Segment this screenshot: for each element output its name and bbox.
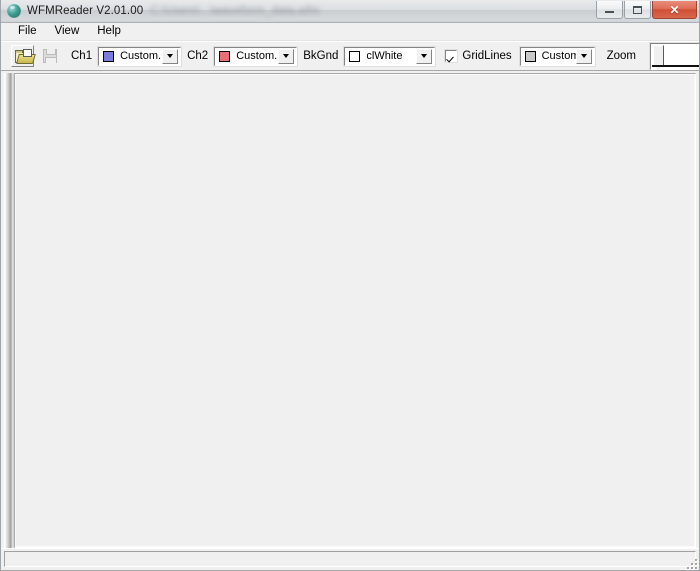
menu-bar: File View Help [1, 23, 699, 41]
gridlines-color-swatch [524, 50, 536, 62]
chevron-down-icon [421, 54, 428, 58]
application-window: WFMReader V2.01.00 C:\Users\...\waveform… [0, 0, 700, 571]
zoom-slider[interactable] [649, 42, 699, 70]
close-button[interactable]: ✕ [652, 1, 697, 19]
status-bar-panel [4, 551, 696, 567]
zoom-label: Zoom [606, 50, 637, 62]
gridlines-color-value: Custom... [541, 50, 576, 62]
ch2-color-swatch [219, 50, 231, 62]
maximize-icon [633, 5, 642, 14]
chevron-down-icon [283, 54, 290, 58]
chevron-down-icon [167, 54, 174, 58]
zoom-slider-thumb[interactable] [653, 44, 665, 70]
bkgnd-color-combo[interactable]: clWhite [343, 45, 437, 67]
toolbar: Ch1 Custom... Ch2 Custom... BkGnd clWhit… [1, 41, 699, 71]
menu-item-file[interactable]: File [9, 23, 46, 40]
ch1-color-swatch [103, 50, 115, 62]
gridlines-dropdown-button[interactable] [575, 48, 592, 64]
bkgnd-color-swatch [349, 50, 361, 62]
maximize-button[interactable] [624, 1, 651, 19]
resize-grip[interactable] [684, 556, 697, 569]
floppy-disk-icon [42, 49, 57, 63]
close-icon: ✕ [669, 2, 680, 17]
menu-item-view[interactable]: View [46, 23, 89, 40]
bkgnd-dropdown-button[interactable] [416, 48, 433, 64]
ch1-color-value: Custom... [120, 50, 162, 62]
open-folder-icon [14, 48, 36, 64]
minimize-button[interactable] [596, 1, 623, 19]
save-file-button [38, 45, 61, 67]
minimize-icon [605, 11, 614, 13]
chevron-down-icon [580, 54, 587, 58]
ch1-label: Ch1 [71, 50, 93, 62]
ch1-color-combo[interactable]: Custom... [97, 45, 183, 67]
ch2-dropdown-button[interactable] [278, 48, 295, 64]
gridlines-label: GridLines [462, 50, 512, 62]
ch2-label: Ch2 [187, 50, 209, 62]
ch2-color-value: Custom... [236, 50, 278, 62]
ch1-dropdown-button[interactable] [162, 48, 179, 64]
title-bar[interactable]: WFMReader V2.01.00 C:\Users\...\waveform… [1, 0, 699, 23]
window-title-filepath-redacted: C:\Users\...\waveform_data.wfm [150, 5, 320, 17]
window-title: WFMReader V2.01.00 [27, 5, 144, 17]
waveform-plot-panel[interactable] [14, 73, 696, 548]
gridlines-checkbox[interactable]: GridLines [444, 49, 512, 63]
client-area [1, 71, 699, 548]
window-controls: ✕ [595, 1, 697, 19]
gridlines-checkbox-box[interactable] [444, 49, 459, 63]
zoom-slider-track [652, 64, 699, 67]
ch2-color-combo[interactable]: Custom... [213, 45, 299, 67]
status-bar [1, 548, 699, 570]
waveform-plot-canvas[interactable] [15, 74, 695, 547]
gridlines-color-combo[interactable]: Custom... [518, 45, 596, 67]
app-icon [7, 4, 21, 18]
open-file-button[interactable] [11, 45, 36, 67]
menu-item-help[interactable]: Help [88, 23, 130, 40]
bkgnd-color-value: clWhite [366, 50, 403, 62]
vertical-scrollbar[interactable] [3, 73, 14, 548]
bkgnd-label: BkGnd [303, 50, 339, 62]
